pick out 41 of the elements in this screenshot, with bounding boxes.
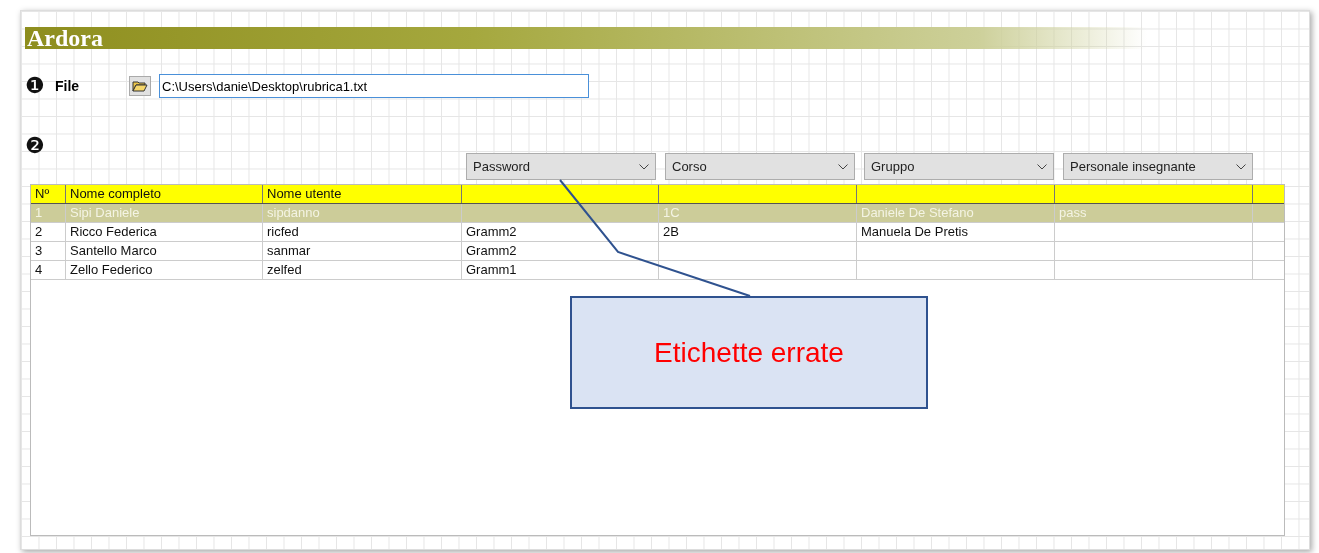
table-cell: 2B <box>659 223 857 241</box>
table-cell: 3 <box>31 242 66 260</box>
chevron-down-icon <box>639 163 649 170</box>
table-cell: zelfed <box>263 261 462 279</box>
callout-note: Etichette errate <box>570 296 928 409</box>
table-cell: 1 <box>31 204 66 222</box>
chevron-down-icon <box>838 163 848 170</box>
step-marker: ❷ <box>25 135 46 157</box>
table-cell: Gramm1 <box>462 261 659 279</box>
table-row[interactable]: 4 Zello Federico zelfed Gramm1 <box>31 261 1284 280</box>
step-marker: ❶ <box>25 75 46 97</box>
table-cell: 1C <box>659 204 857 222</box>
column-dropdown[interactable]: Gruppo <box>864 153 1054 180</box>
table-cell: 4 <box>31 261 66 279</box>
table-cell: ricfed <box>263 223 462 241</box>
table-row[interactable]: 3 Santello Marco sanmar Gramm2 <box>31 242 1284 261</box>
chevron-down-icon <box>1037 163 1047 170</box>
column-header: Nome utente <box>263 185 462 203</box>
chevron-down-icon <box>1236 163 1246 170</box>
column-header: Nº <box>31 185 66 203</box>
table-cell: pass <box>1055 204 1253 222</box>
table-cell: sipdanno <box>263 204 462 222</box>
file-path-field[interactable]: C:\Users\danie\Desktop\rubrica1.txt <box>159 74 589 98</box>
folder-icon <box>132 80 148 92</box>
table-cell: Sipi Daniele <box>66 204 263 222</box>
open-folder-button[interactable] <box>129 76 151 96</box>
column-header: Nome completo <box>66 185 263 203</box>
table-row[interactable]: 2 Ricco Federica ricfed Gramm2 2B Manuela De Pretis <box>31 223 1284 242</box>
table-cell: Ricco Federica <box>66 223 263 241</box>
file-label: File <box>55 78 81 94</box>
table-cell: Santello Marco <box>66 242 263 260</box>
table-cell: sanmar <box>263 242 462 260</box>
table-cell: Zello Federico <box>66 261 263 279</box>
table-cell: 2 <box>31 223 66 241</box>
column-dropdown[interactable]: Corso <box>665 153 855 180</box>
table-cell: Gramm2 <box>462 223 659 241</box>
table-cell: Gramm2 <box>462 242 659 260</box>
column-dropdown[interactable]: Personale insegnante <box>1063 153 1253 180</box>
column-dropdown[interactable]: Password <box>466 153 656 180</box>
table-cell: Manuela De Pretis <box>857 223 1055 241</box>
table-cell: Daniele De Stefano <box>857 204 1055 222</box>
